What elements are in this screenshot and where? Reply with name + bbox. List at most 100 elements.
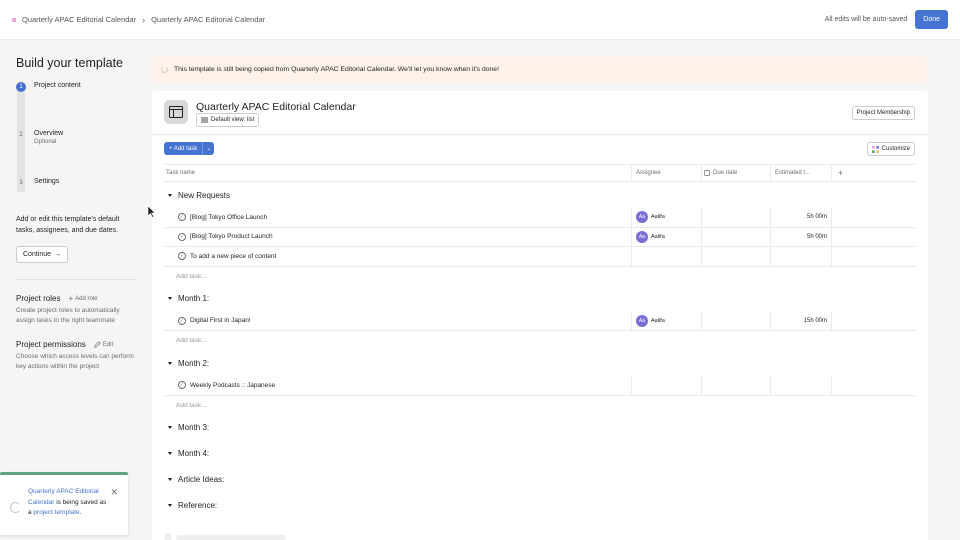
estimated-time-cell[interactable] [771, 247, 832, 266]
step-number: 2 [19, 132, 23, 138]
project-header: Quarterly APAC Editorial Calendar [164, 100, 356, 124]
assignee-name: Aalifa [651, 233, 665, 240]
customize-label: Customize [881, 146, 910, 152]
caret-down-icon[interactable] [168, 426, 172, 429]
assignee-name: Aalifa [651, 317, 665, 324]
section-header[interactable]: Article Ideas: [164, 467, 916, 493]
assignee-cell[interactable] [632, 247, 702, 266]
avatar: Aa [636, 211, 648, 224]
add-task-button[interactable]: + Add task [164, 142, 203, 155]
checkmark-circle-icon[interactable]: ✓ [178, 232, 186, 241]
edit-permissions-button[interactable]: Edit [94, 341, 113, 348]
section-header[interactable]: Month 2: [164, 350, 916, 376]
done-button[interactable]: Done [915, 10, 948, 29]
checkmark-circle-icon[interactable]: ✓ [178, 213, 186, 222]
task-name-cell[interactable]: ✓ [Blog] Tokyo Product Launch [164, 227, 632, 246]
estimated-time-cell[interactable] [771, 376, 832, 395]
task-section: Month 2: ✓ Weekly Podcasts :: Japanese Add … [164, 350, 916, 415]
project-list-icon[interactable] [164, 100, 188, 124]
project-color-dot [12, 17, 16, 22]
assignee-cell[interactable] [632, 376, 702, 395]
autosave-status: All edits will be auto-saved [824, 16, 908, 23]
list-icon [201, 117, 208, 123]
column-due-date[interactable]: Due date [702, 165, 771, 181]
project-permissions-description: Choose which access levels can perform k… [16, 353, 134, 370]
caret-down-icon[interactable] [168, 452, 172, 455]
table-row[interactable]: ✓ [Blog] Tokyo Product Launch Aa Aalifa 5h 0… [164, 227, 916, 247]
add-role-button[interactable]: + Add role [68, 294, 97, 303]
extra-cell [832, 228, 916, 247]
add-task-inline[interactable]: Add task... [164, 267, 916, 286]
due-date-cell[interactable] [702, 208, 771, 227]
estimated-time: 5h 00m [806, 214, 827, 221]
loading-spinner-icon [10, 502, 21, 513]
edit-label: Edit [102, 341, 114, 348]
project-membership-button[interactable]: Project Membership [851, 106, 915, 120]
caret-down-icon[interactable] [168, 193, 172, 197]
section-header[interactable]: Month 1: [164, 286, 916, 312]
assignee-cell[interactable]: Aa Aalifa [632, 208, 702, 227]
table-row[interactable]: ✓ Weekly Podcasts :: Japanese [164, 376, 916, 396]
task-name-cell[interactable]: ✓ [Blog] Tokyo Office Launch [164, 208, 632, 227]
estimated-time-cell[interactable]: 15h 00m [771, 311, 832, 330]
step-project-content[interactable]: 1 Project content [16, 82, 132, 130]
section-header[interactable]: Month 4: [164, 441, 916, 467]
add-role-label: Add role [75, 295, 98, 302]
pencil-icon [94, 341, 101, 348]
estimated-time-cell[interactable]: 5h 00m [771, 208, 832, 227]
table-row[interactable]: ✓ Digital First in Japan! Aa Aalifa 15h 00m [164, 311, 916, 331]
task-name-cell[interactable]: ✓ Weekly Podcasts :: Japanese [164, 376, 632, 395]
calendar-icon [704, 170, 710, 176]
column-task-name[interactable]: Task name [164, 165, 632, 181]
section-header[interactable]: Reference: [164, 493, 916, 519]
checkmark-circle-icon[interactable]: ✓ [178, 381, 186, 390]
sidebar-divider [16, 279, 136, 280]
assignee-cell[interactable]: Aa Aalifa [632, 311, 702, 330]
section-title: Article Ideas: [178, 475, 225, 484]
caret-down-icon[interactable] [168, 361, 172, 365]
toast-message: Quarterly APAC Editorial Calendar is bei… [28, 487, 110, 519]
section-header[interactable]: New Requests [164, 182, 916, 208]
table-row[interactable]: ✓ [Blog] Tokyo Office Launch Aa Aalifa 5h 00… [164, 208, 916, 228]
default-view-button[interactable]: Default view: list [196, 113, 260, 127]
column-assignee[interactable]: Assignee [632, 165, 702, 181]
step-overview[interactable]: 2 Overview Optional [16, 130, 132, 178]
caret-down-icon[interactable] [168, 478, 172, 481]
add-task-dropdown[interactable]: ⌄ [202, 142, 215, 155]
step-label: Project content [34, 82, 81, 89]
plus-icon: + [68, 294, 74, 303]
add-task-inline[interactable]: Add task... [164, 331, 916, 350]
banner-text: This template is still being copied from… [174, 66, 499, 73]
step-settings[interactable]: 3 Settings [16, 178, 132, 200]
checkmark-circle-icon[interactable]: ✓ [178, 252, 186, 261]
due-date-cell[interactable] [702, 247, 771, 266]
breadcrumb-project[interactable]: Quarterly APAC Editorial Calendar [22, 15, 136, 24]
estimated-time-cell[interactable]: 5h 00m [771, 227, 832, 246]
caret-down-icon[interactable] [168, 297, 172, 300]
step-label: Settings [34, 178, 60, 185]
add-task-inline[interactable]: Add task... [164, 396, 916, 415]
task-name-cell[interactable]: ✓ To add a new piece of content [164, 247, 632, 266]
checkmark-circle-icon[interactable]: ✓ [178, 316, 186, 325]
continue-button[interactable]: Continue → [16, 246, 69, 263]
toast-template-link[interactable]: project template [33, 509, 79, 516]
column-estimated-time[interactable]: Estimated t... [771, 165, 832, 181]
add-column-plus-icon[interactable]: + [832, 165, 843, 181]
caret-down-icon[interactable] [168, 504, 172, 507]
due-date-cell[interactable] [702, 311, 771, 330]
section-header[interactable]: Month 3: [164, 415, 916, 441]
table-header: Task name Assignee Due date Estimated t.… [164, 164, 916, 182]
project-roles-description: Create project roles to automatically as… [16, 307, 120, 324]
assignee-cell[interactable]: Aa Aalifa [632, 227, 702, 246]
continue-label: Continue [23, 251, 52, 258]
close-icon[interactable]: ✕ [110, 487, 118, 498]
step-description: Add or edit this template's default task… [16, 216, 120, 234]
task-name: Digital First in Japan! [190, 317, 251, 325]
due-date-cell[interactable] [702, 227, 771, 246]
due-date-cell[interactable] [702, 376, 771, 395]
extra-cell [832, 247, 916, 266]
project-roles-section: Project roles + Add role Create project … [16, 294, 132, 326]
task-name-cell[interactable]: ✓ Digital First in Japan! [164, 311, 632, 330]
table-row[interactable]: ✓ To add a new piece of content [164, 247, 916, 267]
customize-button[interactable]: Customize [866, 142, 915, 156]
